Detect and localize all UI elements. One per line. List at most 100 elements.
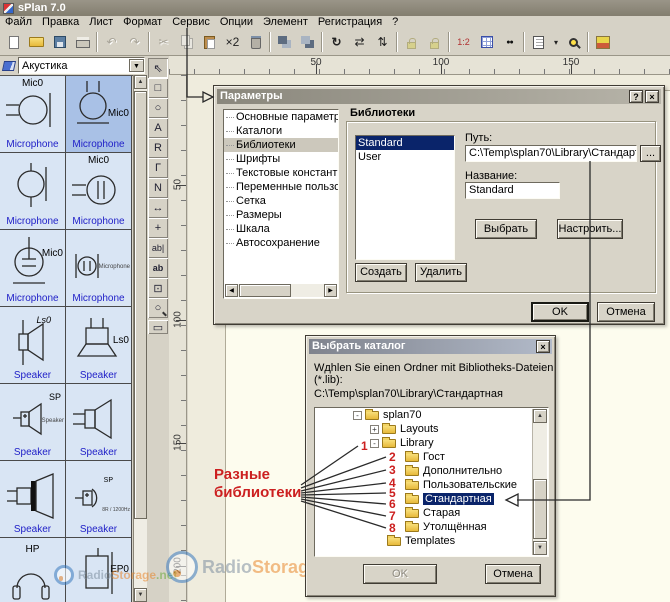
delete-button[interactable]: Удалить (415, 263, 467, 282)
library-scrollbar[interactable]: ▲ ▼ (133, 75, 147, 602)
tree-item-general[interactable]: Основные параметры (224, 110, 338, 124)
scrollbar-thumb[interactable] (239, 284, 291, 297)
polyline-tool[interactable]: Γ (148, 158, 168, 178)
tree-node-thick[interactable]: Утолщённая (315, 520, 548, 534)
library-cell-speaker-d[interactable]: Speaker (66, 384, 132, 461)
close-button[interactable]: × (645, 90, 659, 103)
export-icon[interactable] (591, 32, 614, 53)
tree-item-user-variables[interactable]: Переменные пользоват. (224, 180, 338, 194)
send-back-icon[interactable] (296, 32, 319, 53)
menu-options[interactable]: Опции (215, 16, 258, 29)
folder-tree-scrollbar[interactable]: ▲ ▼ (532, 409, 547, 555)
tree-node-templates[interactable]: Templates (315, 534, 548, 548)
path-input[interactable]: C:\Temp\splan70\Library\Стандартная (465, 145, 637, 162)
dropdown-arrow-icon[interactable]: ▾ (550, 32, 562, 53)
collapse-icon[interactable]: - (370, 439, 379, 448)
help-button[interactable]: ? (629, 90, 643, 103)
configure-button[interactable]: Настроить... (557, 219, 623, 239)
zoom-tool[interactable]: ○ (148, 298, 168, 318)
node-tool[interactable]: + (148, 218, 168, 238)
cancel-button[interactable]: Отмена (597, 302, 655, 322)
library-cell-speaker-b[interactable]: Ls0 Speaker (66, 307, 132, 384)
library-cell-mic0-d[interactable]: Mic0 Microphone (66, 153, 132, 230)
dimension-tool[interactable]: ↔ (148, 198, 168, 218)
paste-icon[interactable] (198, 32, 221, 53)
dimension-icon[interactable]: 1:2 (452, 32, 475, 53)
tree-item-grid[interactable]: Сетка (224, 194, 338, 208)
ok-button[interactable]: OK (363, 564, 437, 584)
mirror-vertical-icon[interactable]: ⇅ (371, 32, 394, 53)
library-cell-speaker-e[interactable]: Speaker (0, 461, 66, 538)
tree-node-library[interactable]: - Library (315, 436, 548, 450)
new-icon[interactable] (2, 32, 25, 53)
library-cell-mic0-a[interactable]: Mic0 Microphone (0, 76, 66, 153)
library-cell-mic-small[interactable]: Microphone Microphone (66, 230, 132, 307)
tree-node-layouts[interactable]: + Layouts (315, 422, 548, 436)
list-item-user[interactable]: User (356, 150, 454, 164)
scroll-down-icon[interactable]: ▼ (134, 588, 147, 602)
textbox-tool[interactable]: ab (148, 258, 168, 278)
library-cell-speaker-a[interactable]: Ls0 Speaker (0, 307, 66, 384)
tree-item-sizes[interactable]: Размеры (224, 208, 338, 222)
rotate-icon[interactable]: ↻ (325, 32, 348, 53)
unlock-icon[interactable] (423, 32, 446, 53)
parameters-dialog-titlebar[interactable]: Параметры (217, 89, 661, 104)
print-icon[interactable] (71, 32, 94, 53)
menu-file[interactable]: Файл (0, 16, 37, 29)
collapse-icon[interactable]: - (353, 411, 362, 420)
close-button[interactable]: × (536, 340, 550, 353)
menu-sheet[interactable]: Лист (84, 16, 118, 29)
save-icon[interactable] (48, 32, 71, 53)
mirror-horizontal-icon[interactable]: ⇄ (348, 32, 371, 53)
undo-icon[interactable]: ↶ (100, 32, 123, 53)
folder-dialog-titlebar[interactable]: Выбрать каталог (309, 339, 552, 354)
list-item-standard[interactable]: Standard (356, 136, 454, 150)
select-tool[interactable]: ⇖ (148, 58, 168, 78)
scrollbar-thumb[interactable] (134, 91, 147, 519)
menu-element[interactable]: Элемент (258, 16, 313, 29)
text-path-tool[interactable]: A (148, 118, 168, 138)
library-cell-mic-c[interactable]: Microphone (0, 153, 66, 230)
curve-tool[interactable]: N (148, 178, 168, 198)
copy-icon[interactable] (175, 32, 198, 53)
sheet-icon[interactable] (527, 32, 550, 53)
scrollbar-thumb[interactable] (533, 479, 547, 539)
scroll-up-icon[interactable]: ▲ (533, 409, 547, 423)
chevron-down-icon[interactable]: ▼ (129, 59, 144, 72)
cancel-button[interactable]: Отмена (485, 564, 541, 584)
name-input[interactable]: Standard (465, 182, 560, 199)
scroll-up-icon[interactable]: ▲ (134, 75, 147, 89)
scroll-right-icon[interactable]: ▶ (324, 284, 337, 297)
scroll-down-icon[interactable]: ▼ (533, 541, 547, 555)
tree-node-additional[interactable]: Дополнительно (315, 464, 548, 478)
tree-item-catalogs[interactable]: Каталоги (224, 124, 338, 138)
select-button[interactable]: Выбрать (475, 219, 537, 239)
library-cell-mic0-b[interactable]: Mic0 Microphone (66, 76, 132, 153)
menu-service[interactable]: Сервис (167, 16, 215, 29)
tree-item-libraries[interactable]: Библиотеки (224, 138, 338, 152)
bezier-tool[interactable]: R (148, 138, 168, 158)
tree-node-old[interactable]: Старая (315, 506, 548, 520)
tree-node-gost[interactable]: Гост (315, 450, 548, 464)
ruler-tool[interactable]: ▭ (148, 320, 168, 334)
library-cell-speaker-c[interactable]: SP Speaker Speaker (0, 384, 66, 461)
tree-horizontal-scrollbar[interactable]: ◀ ▶ (225, 284, 337, 297)
tree-node-splan70[interactable]: - splan70 (315, 408, 548, 422)
scroll-left-icon[interactable]: ◀ (225, 284, 238, 297)
library-cell-earphone[interactable]: EP0 (66, 538, 132, 602)
expand-icon[interactable]: + (370, 425, 379, 434)
ellipse-tool[interactable]: ○ (148, 98, 168, 118)
menu-registration[interactable]: Регистрация (313, 16, 387, 29)
ok-button[interactable]: OK (531, 302, 589, 322)
grid-icon[interactable] (475, 32, 498, 53)
zoom-icon[interactable] (562, 32, 585, 53)
tree-item-autosave[interactable]: Автосохранение (224, 236, 338, 250)
tree-item-text-constants[interactable]: Текстовые константы (224, 166, 338, 180)
menu-edit[interactable]: Правка (37, 16, 84, 29)
image-tool[interactable]: ⊡ (148, 278, 168, 298)
menu-help[interactable]: ? (387, 16, 403, 29)
cut-icon[interactable]: ✂ (152, 32, 175, 53)
redo-icon[interactable]: ↷ (123, 32, 146, 53)
delete-icon[interactable] (244, 32, 267, 53)
library-combobox[interactable]: Акустика ▼ (18, 57, 145, 74)
